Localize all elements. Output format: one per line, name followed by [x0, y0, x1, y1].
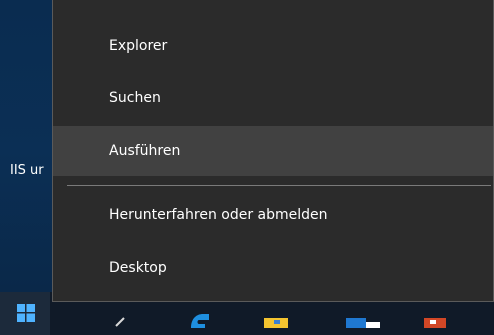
edge-icon[interactable]: [185, 300, 213, 328]
menu-item-desktop[interactable]: Desktop: [53, 243, 493, 293]
desktop-background: IIS ur Explorer Suchen Ausführen Herunte…: [0, 0, 494, 335]
start-button[interactable]: [0, 292, 50, 335]
search-icon[interactable]: [110, 300, 138, 328]
windows-start-icon: [17, 304, 35, 322]
menu-item-suchen[interactable]: Suchen: [53, 73, 493, 123]
menu-separator: [67, 185, 491, 186]
menu-item-explorer[interactable]: Explorer: [53, 21, 493, 71]
menu-item-ausfuehren[interactable]: Ausführen: [53, 126, 493, 176]
file-explorer-icon[interactable]: [262, 300, 290, 328]
power-user-context-menu: Explorer Suchen Ausführen Herunterfahren…: [52, 0, 494, 302]
outlook-icon[interactable]: [364, 300, 392, 328]
desktop-icon-label[interactable]: IIS ur: [10, 163, 44, 178]
menu-item-herunterfahren-oder-abmelden[interactable]: Herunterfahren oder abmelden: [53, 190, 493, 240]
powerpoint-icon[interactable]: [420, 300, 448, 328]
